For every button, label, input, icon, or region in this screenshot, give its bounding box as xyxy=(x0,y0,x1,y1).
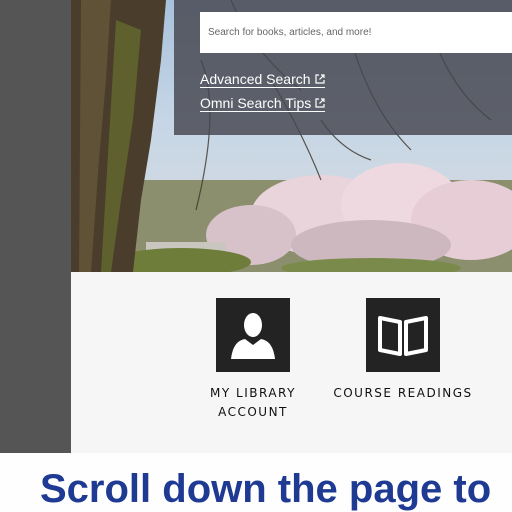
advanced-search-label: Advanced Search xyxy=(200,71,311,87)
search-input[interactable] xyxy=(200,12,512,53)
my-library-account-tile[interactable]: MY LIBRARY ACCOUNT xyxy=(183,298,323,422)
course-readings-label: COURSE READINGS xyxy=(333,386,473,400)
course-readings-tile[interactable]: COURSE READINGS xyxy=(333,298,473,403)
my-library-account-label: MY LIBRARY ACCOUNT xyxy=(210,386,296,419)
advanced-search-link[interactable]: Advanced Search xyxy=(200,71,325,88)
external-link-icon xyxy=(315,98,325,108)
screenshot-root: Advanced Search Omni Search Tips MY LIBR… xyxy=(0,0,512,512)
omni-search-tips-label: Omni Search Tips xyxy=(200,95,312,111)
omni-search-tips-link[interactable]: Omni Search Tips xyxy=(200,95,326,112)
external-link-icon xyxy=(314,74,325,84)
instruction-caption: Scroll down the page to xyxy=(40,467,492,511)
open-book-icon xyxy=(366,298,440,372)
person-icon xyxy=(216,298,290,372)
quick-links-panel: MY LIBRARY ACCOUNT COURSE READINGS xyxy=(71,272,512,453)
